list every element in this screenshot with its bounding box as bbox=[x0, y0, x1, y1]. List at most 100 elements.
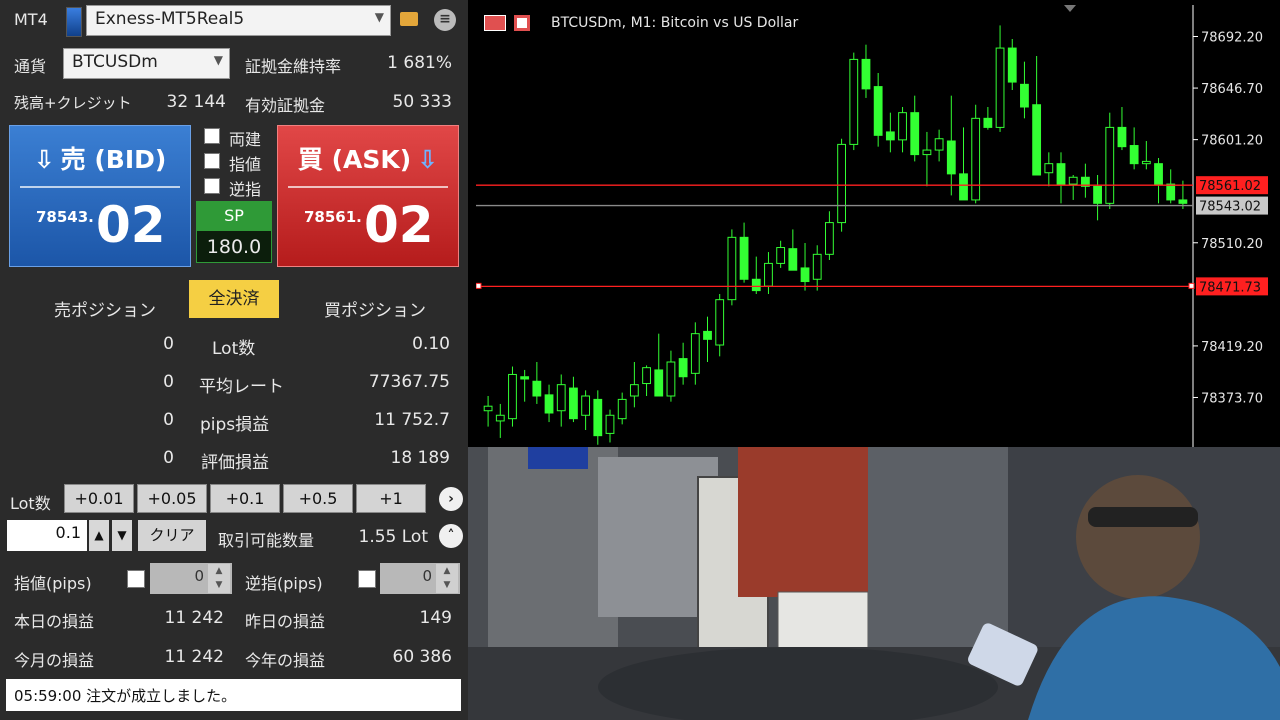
candle-bear bbox=[1154, 163, 1163, 185]
candle-bull bbox=[1141, 160, 1151, 165]
sell-bid-button[interactable]: ⇩ 売 (BID) 78543. 02 bbox=[9, 125, 191, 267]
limit-pips-label: 指値(pips) bbox=[14, 574, 92, 593]
lot-plus-01-button[interactable]: +0.1 bbox=[210, 484, 280, 513]
menu-icon[interactable]: ≡ bbox=[434, 9, 456, 31]
chevron-down-icon: ▼ bbox=[213, 53, 223, 67]
candle-bull bbox=[898, 112, 907, 141]
today-pl-label: 本日の損益 bbox=[14, 612, 95, 631]
position-label: 78471.73 bbox=[1199, 280, 1261, 295]
lot-input[interactable]: 0.1 bbox=[7, 520, 87, 551]
candle-bull bbox=[764, 262, 773, 287]
y-tick-label: 78510.20 bbox=[1201, 237, 1263, 252]
limit-checkbox[interactable] bbox=[204, 153, 220, 169]
buy-unrealized-pl-value: 18 189 bbox=[390, 448, 450, 468]
candle-bear bbox=[1032, 104, 1042, 176]
street-illustration bbox=[468, 447, 1280, 720]
candle-bear bbox=[739, 236, 749, 280]
levels-layer: 78471.73 78561.02 78543.02 bbox=[475, 176, 1268, 296]
candle-bear bbox=[544, 394, 554, 414]
candle-bull bbox=[934, 138, 944, 151]
ask-label: 78561.02 bbox=[1199, 179, 1261, 194]
candles-layer bbox=[483, 25, 1188, 445]
divider bbox=[288, 186, 448, 188]
lot-plus-05-button[interactable]: +0.5 bbox=[283, 484, 353, 513]
arrow-down-icon: ⇩ bbox=[33, 145, 55, 174]
buy-position-label: 買ポジション bbox=[324, 301, 426, 321]
buy-avg-rate-value: 77367.75 bbox=[368, 372, 450, 392]
sell-pips-pl-value: 0 bbox=[163, 410, 174, 430]
spread-value: 180.0 bbox=[196, 230, 272, 263]
symbol-select-value: BTCUSDm bbox=[72, 52, 158, 72]
candle-bear bbox=[532, 380, 542, 397]
candle-bear bbox=[788, 248, 798, 271]
tradable-value: 1.55 Lot bbox=[358, 527, 429, 547]
lot-plus-005-button[interactable]: +0.05 bbox=[137, 484, 207, 513]
candle-bull bbox=[922, 149, 932, 156]
chevron-right-icon[interactable]: › bbox=[439, 487, 463, 511]
stop-checkbox[interactable] bbox=[204, 178, 220, 194]
candle-bear bbox=[1007, 47, 1017, 83]
chart-grid-icon[interactable] bbox=[484, 15, 506, 31]
folder-icon[interactable] bbox=[400, 12, 418, 26]
spinner-icon[interactable]: ▲ ▼ bbox=[436, 564, 458, 593]
bid-price-pips: 02 bbox=[96, 196, 166, 254]
candle-bull bbox=[1105, 126, 1115, 204]
candle-bull bbox=[837, 143, 846, 224]
buy-ask-label: 買 (ASK) bbox=[297, 145, 412, 174]
year-pl-label: 今年の損益 bbox=[245, 651, 326, 670]
y-tick-label: 78373.70 bbox=[1201, 391, 1263, 406]
stop-pips-label: 逆指(pips) bbox=[245, 574, 323, 593]
candle-bull bbox=[727, 236, 737, 301]
sell-avg-rate-value: 0 bbox=[163, 372, 174, 392]
stop-pips-checkbox[interactable] bbox=[358, 570, 376, 588]
candle-bull bbox=[715, 299, 725, 346]
tradable-label: 取引可能数量 bbox=[218, 531, 315, 550]
lot-plus-001-button[interactable]: +0.01 bbox=[64, 484, 134, 513]
server-select[interactable]: Exness-MT5Real5 ▼ bbox=[86, 5, 391, 36]
symbol-select[interactable]: BTCUSDm ▼ bbox=[63, 48, 230, 79]
close-all-button[interactable]: 全決済 bbox=[189, 280, 279, 318]
clear-button[interactable]: クリア bbox=[138, 520, 206, 551]
bid-label: 78543.02 bbox=[1199, 200, 1261, 215]
candle-bear bbox=[593, 398, 603, 437]
server-select-value: Exness-MT5Real5 bbox=[95, 9, 245, 29]
limit-pips-checkbox[interactable] bbox=[127, 570, 145, 588]
hedge-checkbox[interactable] bbox=[204, 128, 220, 144]
candle-bull bbox=[776, 247, 786, 264]
chevron-up-icon[interactable]: ˄ bbox=[439, 524, 463, 548]
lot-plus-1-button[interactable]: +1 bbox=[356, 484, 426, 513]
spinner-icon[interactable]: ▲ ▼ bbox=[208, 564, 230, 593]
sell-lots-value: 0 bbox=[163, 334, 174, 354]
candle-bull bbox=[1044, 163, 1054, 174]
candle-bear bbox=[1056, 163, 1066, 185]
chart-title: BTCUSDm, M1: Bitcoin vs US Dollar bbox=[551, 15, 799, 31]
y-tick-label: 78419.20 bbox=[1201, 340, 1263, 355]
yesterday-pl-value: 149 bbox=[419, 608, 452, 628]
price-chart[interactable]: 78471.73 78561.02 78543.02 78692.20 78646.7… bbox=[475, 5, 1280, 447]
lot-up-icon[interactable]: ▲ bbox=[89, 520, 109, 551]
bid-price-prefix: 78543. bbox=[36, 208, 94, 226]
candle-bull bbox=[849, 58, 859, 145]
hedge-label: 両建 bbox=[229, 130, 262, 149]
app-logo: MT4 bbox=[14, 10, 48, 29]
lot-down-icon[interactable]: ▼ bbox=[112, 520, 132, 551]
y-axis-ticks: 78692.20 78646.70 78601.20 78510.20 78419.20… bbox=[1193, 31, 1263, 406]
buy-pips-pl-value: 11 752.7 bbox=[374, 410, 450, 430]
candle-bear bbox=[1178, 199, 1188, 204]
buy-ask-button[interactable]: 買 (ASK) ⇩ 78561. 02 bbox=[277, 125, 459, 267]
candle-bull bbox=[995, 47, 1005, 128]
year-pl-value: 60 386 bbox=[392, 647, 452, 667]
chart-type-icon[interactable] bbox=[514, 15, 530, 31]
sell-unrealized-pl-value: 0 bbox=[163, 448, 174, 468]
candle-bear bbox=[678, 358, 688, 378]
limit-order-label: 指値 bbox=[229, 155, 262, 174]
candle-bear bbox=[751, 278, 761, 292]
sell-position-label: 売ポジション bbox=[54, 301, 156, 321]
sell-bid-label: 売 (BID) bbox=[60, 145, 167, 174]
candle-bull bbox=[629, 384, 639, 397]
ask-price-prefix: 78561. bbox=[304, 208, 362, 226]
candle-bull bbox=[812, 253, 822, 280]
lot-label: Lot数 bbox=[10, 494, 51, 513]
candle-bear bbox=[1093, 185, 1102, 204]
buy-lots-value: 0.10 bbox=[412, 334, 450, 354]
